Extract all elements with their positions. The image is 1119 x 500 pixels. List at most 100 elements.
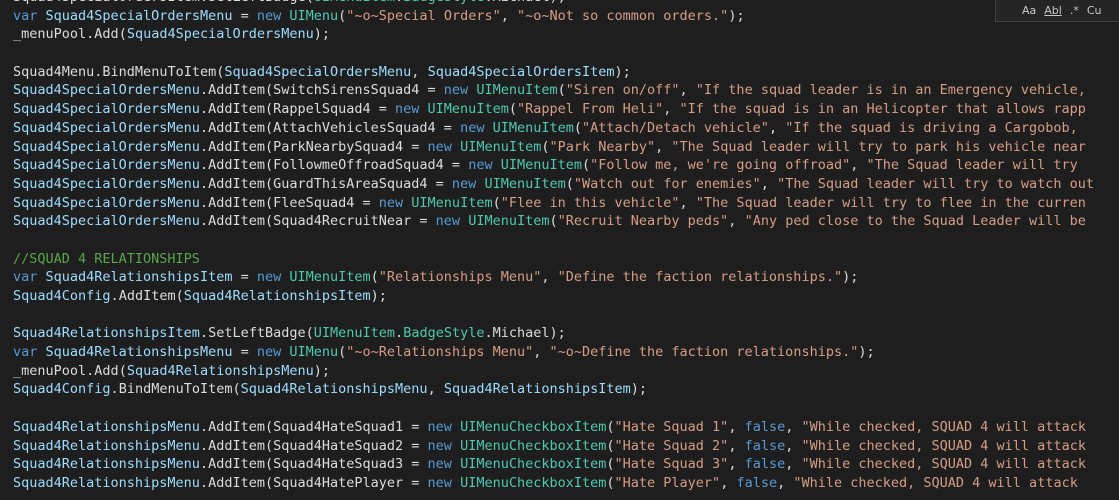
code-token: , [785,456,802,473]
code-token: AddItem [208,101,265,118]
code-token: Squad4SpecialOrdersMenu [13,157,200,174]
code-token: AddItem [208,213,265,230]
code-token: ( [606,437,615,454]
code-line[interactable]: Squad4RelationshipsMenu.AddItem(Squad4Ha… [0,418,1119,437]
code-line[interactable]: var Squad4RelationshipsMenu = new UIMenu… [0,343,1119,362]
code-token: new [256,7,290,24]
code-token: AddItem [208,418,265,435]
code-token: , [533,344,550,361]
code-token: ( [370,269,379,286]
code-line[interactable]: _menuPool.Add(Squad4SpecialOrdersMenu); [0,25,1119,44]
code-token: AddItem [208,157,265,174]
code-token: Squad4RelationshipsMenu [126,362,314,379]
code-token: new [460,119,493,136]
code-token: (RappelSquad4 = [264,101,396,118]
code-token: . [199,437,209,454]
code-line[interactable] [0,44,1119,63]
match-case-toggle[interactable]: Aa [1022,4,1036,17]
code-token: ( [557,82,566,99]
code-token: "The Squad leader will try to park his v… [671,138,1086,155]
code-token: "~o~Special Orders" [346,7,501,24]
code-token: "Park Nearby" [549,138,656,155]
code-token: new [378,194,412,211]
code-line[interactable]: var Squad4SpecialOrdersMenu = new UIMenu… [0,7,1119,26]
code-token: ( [175,288,184,304]
code-token: UIMenuItem [411,194,493,211]
code-line[interactable] [0,306,1119,325]
code-token: ); [728,7,745,24]
code-line[interactable]: var Squad4RelationshipsItem = new UIMenu… [0,268,1119,287]
code-token: , [679,82,696,99]
code-line[interactable]: Squad4RelationshipsItem.SetLeftBadge(UIM… [0,324,1119,343]
code-line[interactable]: Squad4SpecialOrdersMenu.AddItem(FleeSqua… [0,194,1119,213]
code-token: ( [549,213,558,230]
code-token: UIMenuItem [476,82,558,99]
code-token: new [451,175,485,192]
code-token: new [427,138,461,155]
code-token: ( [118,362,127,379]
code-line[interactable]: Squad4RelationshipsMenu.AddItem(Squad4Ha… [0,474,1119,493]
code-token: "While checked, SQUAD 4 will attack [801,418,1086,435]
code-token: new [443,82,477,99]
code-line[interactable]: //SQUAD 4 RELATIONSHIPS [0,250,1119,269]
whole-word-toggle[interactable]: Abl [1044,4,1062,17]
code-line[interactable]: Squad4SpecialOrdersMenu.AddItem(Squad4Re… [0,212,1119,231]
code-line[interactable]: Squad4SpecialOrdersMenu.AddItem(RappelSq… [0,100,1119,119]
code-token: UIMenuCheckboxItem [460,474,607,491]
code-token: "Any ped close to the Squad Leader will … [744,213,1086,230]
code-line[interactable]: Squad4SpecialOrdersMenu.AddItem(Followme… [0,156,1119,175]
code-token: ( [581,157,591,174]
code-token: (Squad4RecruitNear = [264,213,436,230]
code-line[interactable]: Squad4SpecialOrdersItem.SetLeftBadge(UIM… [0,0,1119,7]
code-token: (ParkNearbySquad4 = [264,138,428,155]
code-token: (Squad4HateSquad3 = [264,456,428,473]
regex-toggle[interactable]: .* [1070,4,1079,17]
code-line[interactable]: Squad4RelationshipsMenu.AddItem(Squad4Ha… [0,455,1119,474]
code-line[interactable]: Squad4SpecialOrdersMenu.AddItem(SwitchSi… [0,81,1119,100]
code-token: . [199,119,209,136]
code-line[interactable] [0,231,1119,250]
code-line[interactable] [0,399,1119,418]
code-token: UIMenuItem [460,138,542,155]
code-line[interactable]: Squad4SpecialOrdersMenu.AddItem(AttachVe… [0,119,1119,138]
code-token: UIMenuCheckboxItem [460,456,607,473]
code-token: Squad4RelationshipsMenu [240,381,428,398]
code-token: Michael [492,325,550,342]
code-token: ); [630,381,648,398]
code-token: new [427,474,461,491]
code-line[interactable]: Squad4SpecialOrdersMenu.AddItem(GuardThi… [0,175,1119,194]
code-token: Squad4SpecialOrdersMenu [13,213,200,230]
code-token: Squad4RelationshipsMenu [13,418,200,435]
code-line[interactable]: Squad4Config.BindMenuToItem(Squad4Relati… [0,380,1119,399]
code-token: . [199,82,209,99]
code-token: UIMenuCheckboxItem [460,437,607,454]
code-token: new [427,437,461,454]
code-token: UIMenuItem [500,157,582,174]
code-token: Squad4RelationshipsMenu [13,456,200,473]
code-token: ( [232,381,241,398]
code-token: SetLeftBadge [208,325,306,342]
code-token: new [427,418,461,435]
code-token: new [256,269,290,286]
code-token: (FleeSquad4 = [264,194,379,211]
code-token: ); [858,344,875,361]
code-token: Squad4RelationshipsMenu [45,344,233,361]
code-line[interactable]: Squad4Menu.BindMenuToItem(Squad4SpecialO… [0,63,1119,82]
code-token: Squad4RelationshipsMenu [13,474,200,491]
code-line[interactable]: Squad4RelationshipsMenu.AddItem(Squad4Ha… [0,437,1119,456]
code-token: , [785,418,802,435]
code-line[interactable]: _menuPool.Add(Squad4RelationshipsMenu); [0,362,1119,381]
code-token: . [395,325,404,342]
code-token: AddItem [208,119,265,136]
code-token: ( [606,474,615,491]
code-token: ); [313,362,331,379]
code-line[interactable]: Squad4Config.AddItem(Squad4Relationships… [0,287,1119,306]
code-token: Squad4SpecialOrdersMenu [126,26,314,43]
code-editor[interactable]: Squad4SpecialOrdersItem.SetLeftBadge(UIM… [0,0,1119,493]
code-token: Squad4RelationshipsMenu [13,437,200,454]
find-widget: Aa Abl .* Cu [995,0,1119,22]
code-token: new [256,344,290,361]
code-token: "If the squad is driving a Cargobob, [785,119,1078,136]
code-line[interactable]: Squad4SpecialOrdersMenu.AddItem(ParkNear… [0,138,1119,157]
code-token: Squad4RelationshipsItem [13,325,200,342]
